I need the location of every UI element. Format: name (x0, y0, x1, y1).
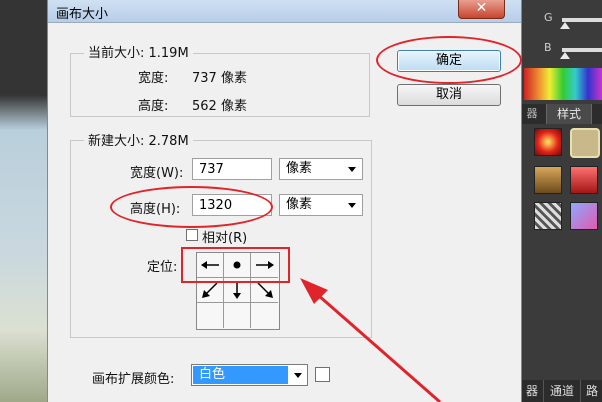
annotation-arrow-icon (300, 278, 441, 402)
